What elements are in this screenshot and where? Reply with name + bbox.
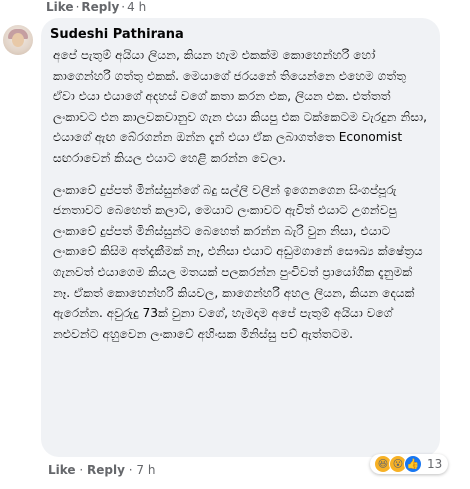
comment-paragraph: අපේ පැතුම් අයියා ලියන, කියන හැම එකක්ම කො…	[53, 48, 427, 165]
reactions-summary[interactable]: 😆 😮 👍 13	[370, 454, 449, 474]
like-icon: 👍	[404, 455, 422, 473]
avatar-face	[12, 33, 24, 47]
comment-bubble: Sudeshi Pathirana අපේ පැතුම් අයියා ලියන,…	[41, 18, 440, 457]
avatar[interactable]	[3, 25, 33, 55]
reply-link[interactable]: Reply	[87, 463, 125, 477]
timestamp[interactable]: 4 h	[127, 0, 146, 14]
parent-comment-actions: Like · Reply · 4 h	[46, 0, 146, 14]
reply-link[interactable]: Reply	[81, 0, 119, 14]
like-link[interactable]: Like	[46, 0, 74, 14]
separator-dot: ·	[75, 463, 88, 477]
separator-dot: ·	[121, 0, 126, 14]
comment-body: අපේ පැතුම් අයියා ලියන, කියන හැම එකක්ම කො…	[53, 45, 430, 344]
like-link[interactable]: Like	[48, 463, 76, 477]
reaction-count: 13	[427, 457, 443, 471]
comment-author[interactable]: Sudeshi Pathirana	[50, 27, 430, 43]
comment-paragraph: ලංකාවේ දුප්පත් මින්ස්සුන්ගේ බදු සල්ලි වල…	[53, 182, 423, 341]
comment-actions: Like · Reply · 7 h	[48, 463, 155, 477]
timestamp[interactable]: 7 h	[136, 463, 155, 477]
separator-dot: ·	[124, 463, 137, 477]
